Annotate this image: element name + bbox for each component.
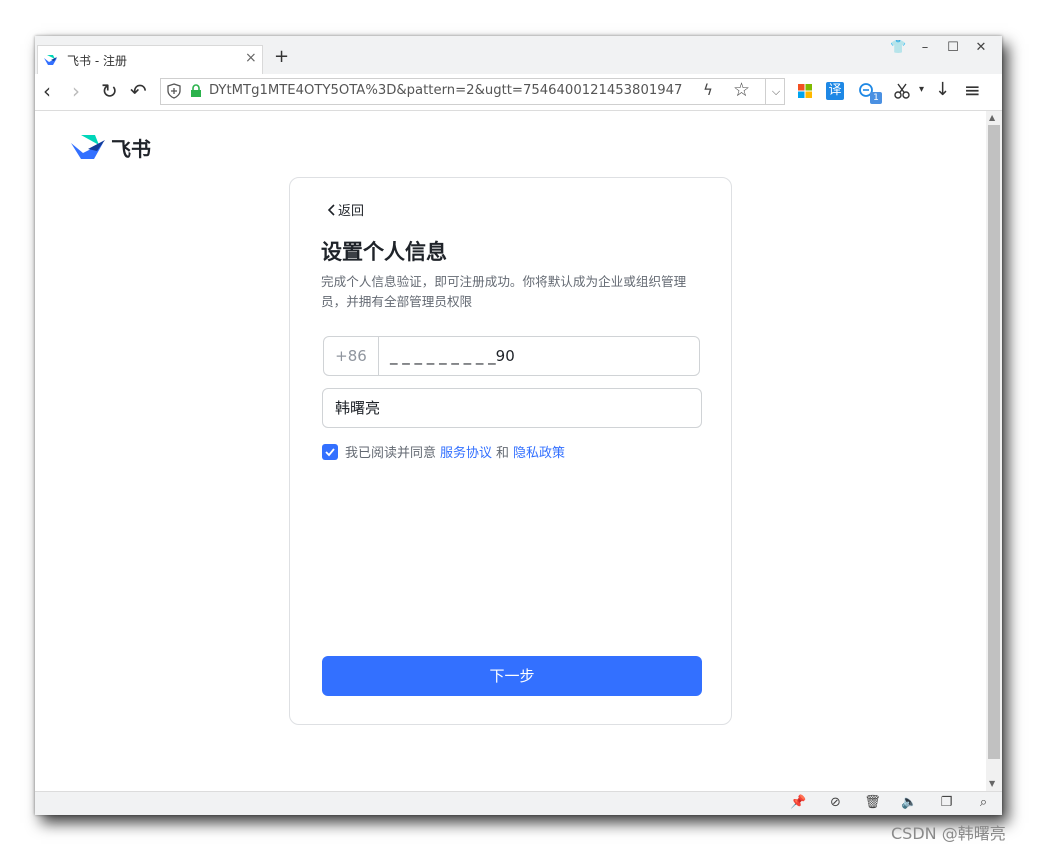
lock-icon[interactable]: [189, 84, 203, 98]
country-code-selector[interactable]: +86: [324, 337, 379, 375]
maximize-icon[interactable]: ☐: [946, 40, 960, 55]
url-dropdown-icon[interactable]: ⌵: [765, 78, 786, 105]
scroll-thumb[interactable]: [988, 125, 1000, 759]
browser-window: 飞书 - 注册 × + 👕 – ☐ ✕ ‹ › ↻ ↶ DYtMTg1MTE4O…: [35, 36, 1002, 815]
compass-icon[interactable]: ⊘: [827, 795, 844, 810]
translate-icon[interactable]: 译: [826, 82, 844, 100]
scroll-down-icon[interactable]: ▼: [989, 779, 995, 788]
scissors-dropdown-icon[interactable]: ▾: [919, 84, 924, 95]
window-controls: 👕 – ☐ ✕: [890, 40, 988, 55]
terms-link[interactable]: 服务协议: [440, 442, 492, 461]
agreement-checkbox[interactable]: [322, 443, 338, 460]
bookmark-star-icon[interactable]: ☆: [733, 79, 750, 101]
download-icon[interactable]: ↓: [935, 79, 950, 100]
zoom-icon[interactable]: ⌕: [975, 795, 992, 810]
shield-icon[interactable]: [166, 83, 182, 99]
windows-tiles-icon[interactable]: [796, 82, 814, 100]
trash-icon[interactable]: 🗑: [864, 795, 881, 810]
back-icon[interactable]: ‹: [43, 80, 51, 102]
register-card: 返回 设置个人信息 完成个人信息验证，即可注册成功。你将默认成为企业或组织管理员…: [289, 177, 732, 725]
skin-icon[interactable]: 👕: [890, 40, 906, 55]
phone-number-input[interactable]: _ _ _ _ _ _ _ _ _90: [390, 337, 515, 375]
window-icon[interactable]: ❐: [938, 795, 955, 810]
sound-icon[interactable]: 🔈: [901, 795, 918, 810]
address-bar[interactable]: DYtMTg1MTE4OTY5OTA%3D&pattern=2&ugtt=754…: [160, 78, 785, 105]
name-field[interactable]: 韩曙亮: [322, 388, 702, 428]
new-tab-button[interactable]: +: [274, 47, 289, 67]
page-content: 飞书 返回 设置个人信息 完成个人信息验证，即可注册成功。你将默认成为企业或组织…: [35, 111, 986, 791]
reload-icon[interactable]: ↻: [101, 80, 118, 102]
forward-icon[interactable]: ›: [72, 80, 80, 102]
tab-title: 飞书 - 注册: [67, 54, 127, 68]
chevron-left-icon: [327, 203, 335, 216]
vertical-scrollbar[interactable]: ▲ ▼: [986, 111, 1002, 791]
navigation-bar: ‹ › ↻ ↶ DYtMTg1MTE4OTY5OTA%3D&pattern=2&…: [35, 74, 1002, 111]
watermark: CSDN @韩曙亮: [891, 824, 1006, 843]
url-text[interactable]: DYtMTg1MTE4OTY5OTA%3D&pattern=2&ugtt=754…: [209, 83, 697, 98]
menu-icon[interactable]: ≡: [964, 78, 981, 102]
tab-bar: 飞书 - 注册 × + 👕 – ☐ ✕: [35, 36, 1002, 74]
next-step-button[interactable]: 下一步: [322, 656, 702, 696]
scissors-icon[interactable]: [893, 82, 911, 100]
status-icons: 📌 ⊘ 🗑 🔈 ❐ ⌕: [790, 795, 992, 810]
tab-close-icon[interactable]: ×: [245, 50, 257, 66]
brand-name: 飞书: [111, 137, 151, 161]
privacy-link[interactable]: 隐私政策: [513, 442, 565, 461]
name-input[interactable]: 韩曙亮: [335, 389, 380, 427]
phone-field[interactable]: +86 _ _ _ _ _ _ _ _ _90: [323, 336, 700, 376]
page-description: 完成个人信息验证，即可注册成功。你将默认成为企业或组织管理员，并拥有全部管理员权…: [321, 274, 687, 309]
scroll-up-icon[interactable]: ▲: [989, 113, 995, 122]
agreement-and: 和: [496, 446, 510, 461]
back-label: 返回: [338, 204, 365, 219]
pin-icon[interactable]: 📌: [790, 795, 807, 810]
extension-badge: 1: [870, 92, 882, 104]
lightning-icon[interactable]: ϟ: [703, 81, 713, 99]
feishu-favicon-icon: [44, 55, 57, 65]
agreement-row: 我已阅读并同意 服务协议 和 隐私政策: [322, 442, 569, 461]
back-link[interactable]: 返回: [326, 200, 364, 219]
checkmark-icon: [325, 447, 335, 456]
minimize-icon[interactable]: –: [918, 40, 932, 55]
status-bar: 📌 ⊘ 🗑 🔈 ❐ ⌕: [35, 791, 1002, 815]
page-title: 设置个人信息: [321, 240, 447, 264]
feishu-logo-icon: [71, 135, 105, 159]
tab-feishu-register[interactable]: 飞书 - 注册 ×: [37, 45, 263, 74]
agreement-prefix: 我已阅读并同意: [345, 446, 437, 461]
close-window-icon[interactable]: ✕: [974, 40, 988, 55]
undo-close-icon[interactable]: ↶: [130, 80, 147, 102]
